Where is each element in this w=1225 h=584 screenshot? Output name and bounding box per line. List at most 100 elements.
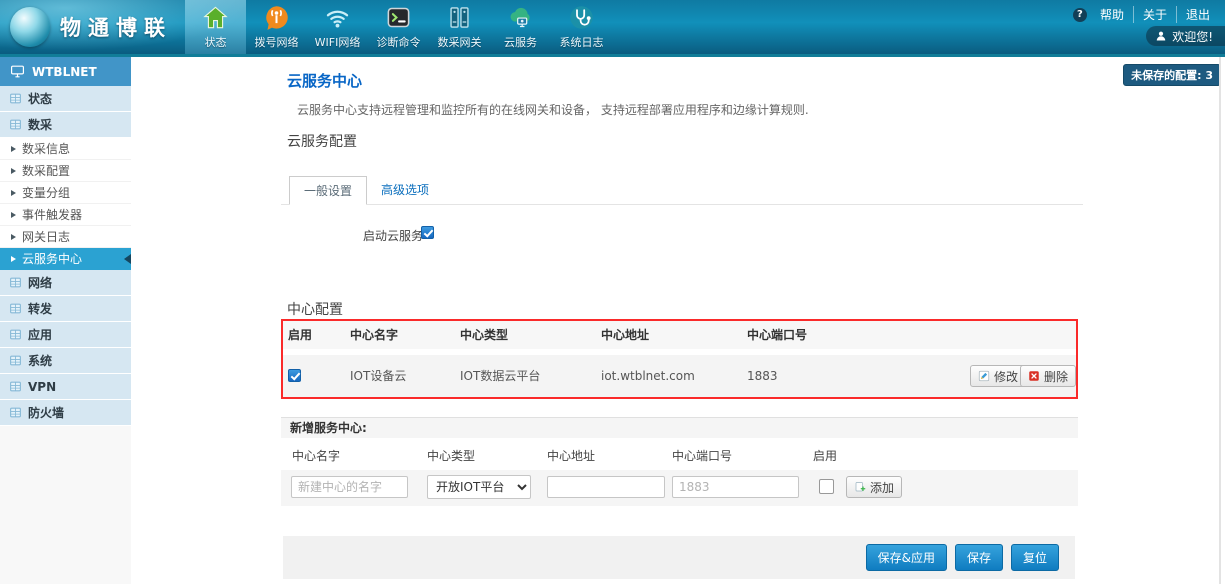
sidebar-subitem-variable-group[interactable]: 变量分组 <box>0 182 131 204</box>
sidebar-item-status[interactable]: 状态 <box>0 86 131 112</box>
section-title-center-config: 中心配置 <box>287 299 343 319</box>
welcome-text: 欢迎您! <box>1172 28 1213 45</box>
tab-advanced-options[interactable]: 高级选项 <box>367 175 443 204</box>
save-button[interactable]: 保存 <box>955 544 1003 571</box>
nav-label: 系统日志 <box>560 34 604 50</box>
add-label-address: 中心地址 <box>547 447 595 464</box>
sidebar-subitem-label: 数采配置 <box>22 162 70 179</box>
sidebar-item-vpn[interactable]: VPN <box>0 374 131 400</box>
sidebar-item-applications[interactable]: 应用 <box>0 322 131 348</box>
sidebar-subitem-label: 网关日志 <box>22 228 70 245</box>
caret-right-icon <box>11 234 16 240</box>
nav-label: 拨号网络 <box>255 34 299 50</box>
add-button[interactable]: 添加 <box>846 476 902 498</box>
center-port-input[interactable] <box>672 476 799 498</box>
add-enable-checkbox[interactable] <box>819 479 834 494</box>
unsaved-config-badge[interactable]: 未保存的配置: 3 <box>1123 64 1221 86</box>
reset-button[interactable]: 复位 <box>1011 544 1059 571</box>
sidebar-item-forwarding[interactable]: 转发 <box>0 296 131 322</box>
sidebar-item-network[interactable]: 网络 <box>0 270 131 296</box>
edit-button-label: 修改 <box>994 368 1018 385</box>
panel-icon <box>9 380 22 393</box>
home-icon <box>202 4 229 31</box>
nav-item-data-gateway[interactable]: 数采网关 <box>429 0 490 54</box>
sidebar-subitem-event-trigger[interactable]: 事件触发器 <box>0 204 131 226</box>
about-link[interactable]: 关于 <box>1133 6 1176 23</box>
sidebar-subitem-dc-config[interactable]: 数采配置 <box>0 160 131 182</box>
welcome-pill[interactable]: 欢迎您! <box>1146 26 1225 46</box>
column-header-enable: 启用 <box>288 321 312 349</box>
sidebar-item-label: 状态 <box>28 90 52 107</box>
sidebar-item-label: 应用 <box>28 326 52 343</box>
save-apply-button[interactable]: 保存&应用 <box>866 544 947 571</box>
nav-label: 数采网关 <box>438 34 482 50</box>
add-center-section: 新增服务中心: 中心名字 中心类型 中心地址 中心端口号 启用 开放IOT平台 … <box>281 417 1078 506</box>
nav-item-dial-network[interactable]: 拨号网络 <box>246 0 307 54</box>
table-row: IOT设备云 IOT数据云平台 iot.wtblnet.com 1883 修改 … <box>283 355 1076 397</box>
caret-right-icon <box>11 168 16 174</box>
center-type-select[interactable]: 开放IOT平台 <box>427 475 531 499</box>
column-header-type: 中心类型 <box>460 321 508 349</box>
center-config-table: 启用 中心名字 中心类型 中心地址 中心端口号 IOT设备云 IOT数据云平台 … <box>281 319 1078 399</box>
panel-icon <box>9 276 22 289</box>
add-label-port: 中心端口号 <box>672 447 732 464</box>
delete-button-label: 删除 <box>1044 368 1068 385</box>
nav-item-diagnostic-command[interactable]: 诊断命令 <box>368 0 429 54</box>
nav-item-status[interactable]: 状态 <box>185 0 246 54</box>
brand-name: 物通博联 <box>60 12 172 42</box>
caret-right-icon <box>11 190 16 196</box>
dial-network-icon <box>263 4 290 31</box>
center-address-input[interactable] <box>547 476 665 498</box>
help-icon: ? <box>1073 8 1087 22</box>
section-title-cloud-config: 云服务配置 <box>287 131 357 151</box>
add-button-label: 添加 <box>870 479 894 496</box>
sidebar-item-label: 数采 <box>28 116 52 133</box>
enable-cloud-checkbox[interactable] <box>421 226 434 239</box>
page-title: 云服务中心 <box>287 70 362 91</box>
sidebar-item-data-collection[interactable]: 数采 <box>0 112 131 138</box>
panel-icon <box>9 92 22 105</box>
nav-item-wifi-network[interactable]: WIFI网络 <box>307 0 368 54</box>
brand-logo-icon <box>10 7 50 47</box>
edit-button[interactable]: 修改 <box>970 365 1026 387</box>
tab-bar: 一般设置 高级选项 <box>281 181 1083 205</box>
sidebar-item-system[interactable]: 系统 <box>0 348 131 374</box>
sidebar-subitem-cloud-center[interactable]: 云服务中心 <box>0 248 131 270</box>
page-description: 云服务中心支持远程管理和监控所有的在线网关和设备， 支持远程部署应用程序和边缘计… <box>297 101 809 118</box>
top-nav: 状态 拨号网络 WIFI网络 诊断命令 数采网关 云服务 系统日志 <box>185 0 612 54</box>
panel-icon <box>9 328 22 341</box>
wifi-icon <box>324 4 351 31</box>
table-header-row: 启用 中心名字 中心类型 中心地址 中心端口号 <box>283 321 1076 349</box>
sidebar-item-label: 转发 <box>28 300 52 317</box>
cell-center-type: IOT数据云平台 <box>460 355 540 397</box>
nav-label: 状态 <box>205 34 227 50</box>
nav-item-cloud-service[interactable]: 云服务 <box>490 0 551 54</box>
sidebar-subitem-label: 云服务中心 <box>22 250 82 267</box>
logout-link[interactable]: 退出 <box>1176 6 1219 23</box>
sidebar-subitem-dc-info[interactable]: 数采信息 <box>0 138 131 160</box>
help-link[interactable]: 帮助 <box>1091 6 1133 23</box>
panel-icon <box>9 302 22 315</box>
center-name-input[interactable] <box>291 476 408 498</box>
sidebar-subitem-gateway-log[interactable]: 网关日志 <box>0 226 131 248</box>
edit-icon <box>978 370 990 382</box>
tab-general-settings[interactable]: 一般设置 <box>289 176 367 205</box>
sidebar-subitem-label: 变量分组 <box>22 184 70 201</box>
cloud-icon <box>507 4 534 31</box>
delete-button[interactable]: 删除 <box>1020 365 1076 387</box>
column-header-name: 中心名字 <box>350 321 398 349</box>
row-enable-checkbox[interactable] <box>288 369 301 382</box>
sidebar-item-label: VPN <box>28 380 56 394</box>
add-label-name: 中心名字 <box>292 447 340 464</box>
add-label-type: 中心类型 <box>427 447 475 464</box>
sidebar-item-label: 防火墙 <box>28 404 64 421</box>
sidebar-item-firewall[interactable]: 防火墙 <box>0 400 131 426</box>
scrollbar-track[interactable] <box>1219 57 1221 584</box>
nav-item-system-log[interactable]: 系统日志 <box>551 0 612 54</box>
sidebar-item-label: 网络 <box>28 274 52 291</box>
column-header-port: 中心端口号 <box>747 321 807 349</box>
monitor-icon <box>10 65 25 78</box>
sidebar: WTBLNET 状态 数采 数采信息 数采配置 变量分组 事件触发器 网关日志 … <box>0 57 131 584</box>
gateway-icon <box>446 4 473 31</box>
sidebar-item-label: 系统 <box>28 352 52 369</box>
